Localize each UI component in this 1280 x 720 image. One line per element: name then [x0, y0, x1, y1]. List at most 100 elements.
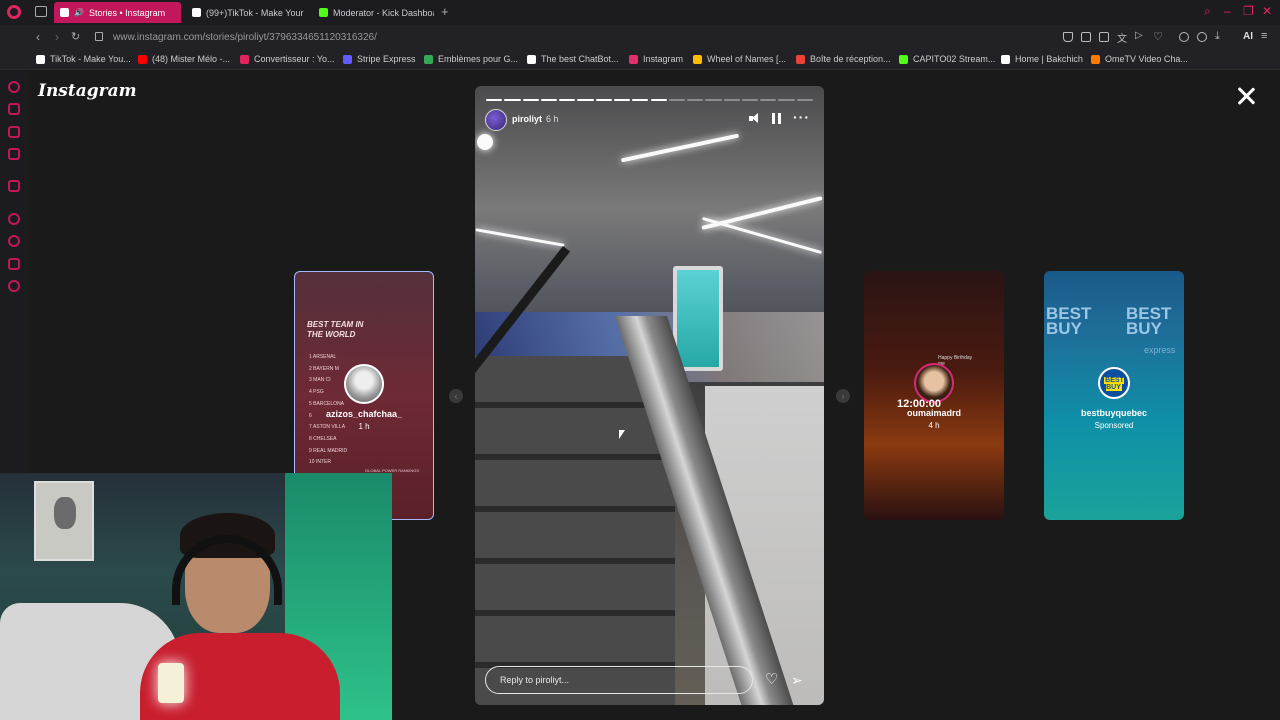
sponsored-preview-card[interactable]: BEST BUY BEST BUY express BEST BUY bestb… [1044, 271, 1184, 520]
sponsored-label: Sponsored [1094, 421, 1134, 430]
bookmark-label: The best ChatBot... [541, 54, 619, 64]
chatbot-icon [527, 54, 536, 64]
bookmark-item[interactable]: (48) Mister Mélo -... [138, 54, 230, 64]
bestbuy-logo-avatar: BEST BUY [1098, 367, 1130, 399]
snapshot-icon[interactable] [1081, 32, 1091, 42]
download-icon[interactable]: ⤓ [1215, 30, 1225, 42]
tab-instagram-stories[interactable]: 🔊 Stories • Instagram [54, 2, 181, 23]
menu-icon[interactable]: ≡ [1261, 30, 1271, 42]
story-avatar[interactable] [485, 109, 507, 131]
progress-segment [522, 99, 539, 101]
reply-input[interactable]: Reply to piroliyt... [485, 666, 753, 694]
bookmark-label: Convertisseur : Yo... [254, 54, 335, 64]
bookmark-item[interactable]: Convertisseur : Yo... [240, 54, 335, 64]
bookmark-item[interactable]: CAPITO02 Stream... [899, 54, 995, 64]
progress-segment [741, 99, 759, 101]
progress-segment [796, 99, 813, 101]
bookmark-label: OmeTV Video Cha... [1105, 54, 1188, 64]
kick-favicon-icon [319, 8, 328, 17]
new-tab-plus-icon[interactable]: + [441, 5, 449, 18]
address-bar: ‹ › ↻ www.instagram.com/stories/piroliyt… [0, 25, 1280, 50]
twitch-icon[interactable] [8, 180, 20, 192]
bookmark-item[interactable]: The best ChatBot... [527, 54, 619, 64]
bookmark-item[interactable]: Stripe Express [343, 54, 416, 64]
kick-icon [899, 54, 908, 64]
extensions-sidebar-icon[interactable] [8, 258, 20, 270]
progress-segment [778, 99, 795, 101]
preview-time: 4 h [928, 421, 940, 430]
extensions-icon[interactable] [1179, 32, 1189, 42]
previous-story-icon[interactable]: ‹ [449, 389, 463, 403]
next-story-icon[interactable]: › [836, 389, 850, 403]
heart-icon[interactable]: ♡ [1153, 30, 1163, 43]
mail-icon[interactable] [8, 148, 20, 160]
tab-label: Moderator - Kick Dashboa [333, 7, 434, 18]
translate-icon[interactable]: 文 [1117, 30, 1127, 45]
bookmark-label: TikTok - Make You... [50, 54, 131, 64]
emblem-icon [424, 54, 433, 64]
preview-time: 1 h [358, 422, 370, 431]
aria-ai-button[interactable]: AI [1243, 31, 1253, 42]
history-icon[interactable] [8, 235, 20, 247]
preview-avatar [344, 364, 384, 404]
rank-item: 9 REAL MADRID [309, 447, 348, 454]
opera-logo-icon[interactable] [7, 5, 21, 19]
ceiling-light [620, 133, 740, 163]
story-time: 6 h [546, 114, 559, 124]
adblock-icon[interactable] [1099, 32, 1109, 42]
ceiling-light [475, 228, 565, 247]
brand-wordmark: BEST BUY [1046, 304, 1092, 338]
like-heart-icon[interactable]: ♡ [765, 672, 781, 688]
tiktok-icon [36, 54, 45, 64]
restore-icon[interactable]: ❐ [1243, 4, 1254, 18]
minimize-icon[interactable]: – [1224, 4, 1231, 18]
volume-icon[interactable] [749, 113, 760, 124]
more-options-icon[interactable]: ··· [793, 110, 810, 124]
tab-tiktok[interactable]: (99+)TikTok - Make Your [186, 2, 304, 23]
tab-label: Stories • Instagram [88, 7, 166, 18]
url-field[interactable]: www.instagram.com/stories/piroliyt/37963… [113, 32, 377, 43]
bookmark-item[interactable]: TikTok - Make You... [36, 54, 131, 64]
speaker-icon[interactable]: 🔊 [74, 8, 84, 17]
messenger-icon[interactable] [8, 126, 20, 138]
story-preview-card[interactable]: Happy Birthday me 12:00:00 oumaimadrd 4 … [864, 271, 1004, 520]
settings-icon[interactable] [8, 280, 20, 292]
gmail-icon [796, 54, 805, 64]
shopping-icon[interactable] [8, 103, 20, 115]
bookmark-item[interactable]: Home | Bakchich [1001, 54, 1083, 64]
close-window-icon[interactable]: ✕ [1262, 4, 1272, 18]
bookmark-item[interactable]: OmeTV Video Cha... [1091, 54, 1188, 64]
search-tabs-icon[interactable]: ⌕ [1204, 4, 1211, 19]
story-username[interactable]: piroliyt [512, 114, 542, 124]
bookmark-label: Stripe Express [357, 54, 416, 64]
play-icon[interactable]: ▷ [1135, 30, 1145, 41]
bookmark-label: CAPITO02 Stream... [913, 54, 996, 64]
tab-switcher-icon[interactable] [35, 6, 47, 17]
aria-icon[interactable] [8, 81, 20, 93]
bookmark-item[interactable]: Emblèmes pour G... [424, 54, 518, 64]
bookmark-label: Boîte de réception... [810, 54, 891, 64]
bookmark-item[interactable]: Instagram [629, 54, 683, 64]
progress-segment [613, 99, 631, 101]
progress-segment [486, 99, 503, 101]
bookmark-icon[interactable] [1063, 32, 1073, 42]
forward-icon[interactable]: › [55, 30, 59, 44]
reload-icon[interactable]: ↻ [71, 30, 80, 43]
bookmark-item[interactable]: Boîte de réception... [796, 54, 891, 64]
progress-segment [723, 99, 740, 101]
instagram-logo[interactable]: Instagram [38, 81, 137, 101]
pause-icon[interactable] [772, 113, 781, 124]
preview-headline: BEST TEAM IN THE WORLD [307, 320, 364, 339]
account-icon[interactable] [1197, 32, 1207, 42]
player-icon[interactable] [8, 213, 20, 225]
bookmark-item[interactable]: Wheel of Names [... [693, 54, 786, 64]
instagram-icon [629, 54, 638, 64]
lock-icon[interactable] [95, 32, 103, 41]
story-viewer[interactable]: piroliyt 6 h ··· Reply to piroliyt... ♡ … [475, 86, 824, 705]
send-icon[interactable]: ➢ [791, 672, 807, 688]
bookmarks-bar: TikTok - Make You... (48) Mister Mélo -.… [0, 50, 1280, 70]
brand-wordmark: BEST BUY [1126, 304, 1172, 338]
close-stories-icon[interactable] [1236, 86, 1256, 106]
tab-kick[interactable]: Moderator - Kick Dashboa [313, 2, 434, 23]
back-icon[interactable]: ‹ [36, 30, 40, 44]
